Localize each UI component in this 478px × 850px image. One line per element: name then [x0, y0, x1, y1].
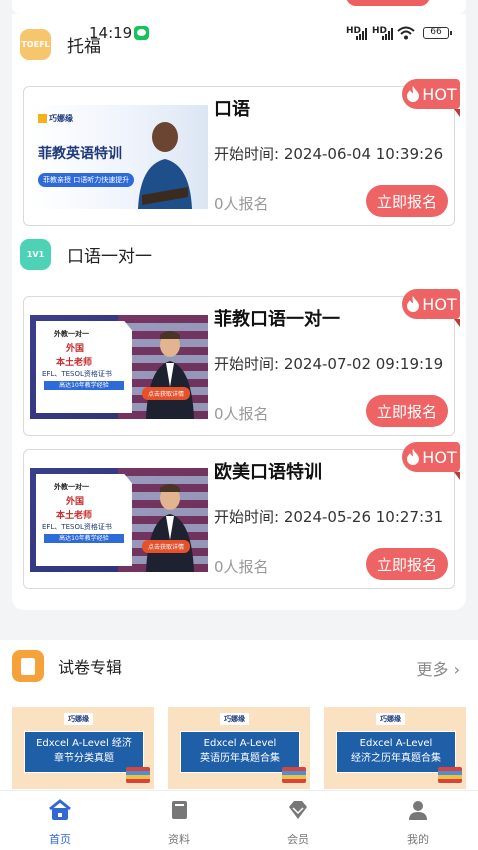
brand-logo: 巧娜缘 [376, 713, 405, 725]
exam-title: 试卷专辑 [58, 658, 123, 677]
more-label: 更多 [416, 660, 449, 679]
thumb-text: 本土老师 [56, 358, 93, 368]
course-card[interactable]: 外教一对一 外国 本土老师 EFL、TESOL资格证书 高达10年教学经验 点击… [23, 289, 460, 436]
thumb-text: EFL、TESOL资格证书 [42, 523, 112, 531]
previous-card-bottom [12, 0, 466, 14]
flame-icon [407, 86, 420, 102]
hot-label: HOT [422, 84, 457, 104]
thumb-text: 高达10年教学经验 [44, 381, 124, 390]
teacher-photo [138, 122, 192, 209]
start-time: 开始时间: 2024-05-26 10:27:31 [214, 508, 444, 526]
section-header-toefl: TOEFL 托福 [20, 29, 101, 60]
home-icon [49, 799, 71, 820]
hot-badge: HOT [402, 442, 460, 480]
thumb-text: EFL、TESOL资格证书 [42, 370, 112, 378]
start-time: 开始时间: 2024-07-02 09:19:19 [214, 355, 444, 373]
chevron-right-icon: › [453, 660, 460, 679]
signup-button[interactable]: 立即报名 [366, 548, 448, 580]
course-title: 欧美口语特训 [214, 462, 322, 483]
toefl-icon: TOEFL [20, 29, 51, 60]
start-time: 开始时间: 2024-06-04 10:39:26 [214, 145, 444, 163]
hot-badge: HOT [402, 289, 460, 327]
course-thumbnail[interactable]: 巧娜缘 菲教英语特训 菲教亲授 口语听力快速提升 [30, 105, 208, 209]
course-thumbnail[interactable]: 外教一对一 外国 本土老师 EFL、TESOL资格证书 高达10年教学经验 点击… [30, 315, 208, 419]
teacher-photo [146, 331, 194, 419]
flame-icon [407, 296, 420, 312]
thumb-headline: 菲教英语特训 [38, 146, 122, 162]
wifi-icon [397, 26, 415, 44]
section-title: 口语一对一 [67, 247, 152, 267]
enrolled-count: 0人报名 [214, 405, 269, 423]
album-card[interactable]: 巧娜缘 Edxcel A-Level 经济之历年真题合集 [324, 707, 466, 789]
course-thumbnail[interactable]: 外教一对一 外国 本土老师 EFL、TESOL资格证书 高达10年教学经验 点击… [30, 468, 208, 572]
course-card[interactable]: 外教一对一 外国 本土老师 EFL、TESOL资格证书 高达10年教学经验 点击… [23, 442, 460, 589]
brand-logo: 巧娜缘 [220, 713, 249, 725]
books-icon [282, 767, 306, 783]
tab-home[interactable]: 首页 [25, 799, 95, 847]
signal-icon-2 [382, 28, 396, 40]
signup-button[interactable]: 立即报名 [366, 395, 448, 427]
enrolled-count: 0人报名 [214, 558, 269, 576]
wechat-icon [134, 26, 149, 40]
diamond-icon [289, 801, 307, 819]
thumb-cta: 点击获取详情 [142, 540, 191, 553]
tab-membership[interactable]: 会员 [263, 799, 333, 847]
thumb-text: 外国 [66, 497, 85, 507]
course-title: 菲教口语一对一 [214, 309, 340, 330]
teacher-photo [146, 484, 194, 572]
tab-profile[interactable]: 我的 [383, 799, 453, 847]
brand-logo: 巧娜缘 [64, 713, 93, 725]
signal-icon [356, 28, 370, 40]
book-icon [172, 801, 187, 819]
exam-header: 试卷专辑 [12, 650, 122, 682]
user-icon [409, 801, 427, 820]
hot-label: HOT [422, 447, 457, 467]
thumb-cta: 点击获取详情 [142, 387, 191, 400]
course-card[interactable]: 巧娜缘 菲教英语特训 菲教亲授 口语听力快速提升 口语 开始时间: 2024-0… [23, 79, 460, 226]
bottom-tab-bar: 首页 资料 会员 我的 [0, 790, 478, 850]
brand-logo: 巧娜缘 [38, 113, 73, 124]
hot-badge: HOT [402, 79, 460, 117]
thumb-subline: 菲教亲授 口语听力快速提升 [38, 173, 135, 187]
more-link[interactable]: 更多 › [416, 656, 460, 680]
books-icon [438, 767, 462, 783]
enrolled-count: 0人报名 [214, 195, 269, 213]
thumb-text: 外教一对一 [54, 483, 89, 491]
thumb-text: 高达10年教学经验 [44, 534, 124, 543]
album-card[interactable]: 巧娜缘 Edxcel A-Level 经济 章节分类真题 [12, 707, 154, 789]
one-on-one-icon: 1V1 [20, 239, 51, 270]
tab-label: 首页 [49, 833, 71, 846]
thumb-text: 外教一对一 [54, 330, 89, 338]
tab-label: 我的 [407, 833, 429, 846]
hot-label: HOT [422, 294, 457, 314]
tab-materials[interactable]: 资料 [144, 799, 214, 847]
album-card[interactable]: 巧娜缘 Edxcel A-Level 英语历年真题合集 [168, 707, 310, 789]
signup-button[interactable]: 立即报名 [366, 185, 448, 217]
battery-icon: 66 [423, 27, 452, 39]
thumb-text: 本土老师 [56, 511, 93, 521]
exam-album-section: 试卷专辑 更多 › 巧娜缘 Edxcel A-Level 经济 章节分类真题 巧娜… [0, 640, 478, 790]
tab-label: 资料 [168, 833, 190, 846]
books-icon [126, 767, 150, 783]
tab-label: 会员 [287, 833, 309, 846]
section-header-1v1: 1V1 口语一对一 [20, 239, 152, 270]
course-title: 口语 [214, 99, 250, 120]
exam-paper-icon [12, 650, 44, 682]
thumb-text: 外国 [66, 344, 85, 354]
flame-icon [407, 449, 420, 465]
section-title: 托福 [67, 37, 101, 57]
previous-signup-button[interactable] [346, 0, 430, 6]
